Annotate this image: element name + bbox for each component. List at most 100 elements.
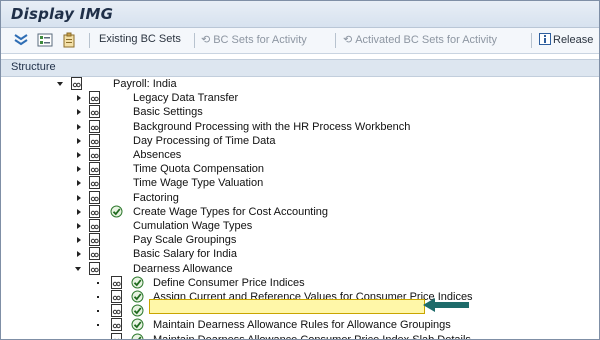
documentation-icon[interactable]	[89, 262, 100, 275]
tree-node[interactable]: Create Wage Types for Cost Accounting	[1, 205, 599, 219]
expand-arrow-icon[interactable]	[77, 109, 81, 115]
tree-node-label: Basic Settings	[133, 106, 203, 118]
documentation-icon[interactable]	[89, 191, 100, 204]
tree-leaf-label: Maintain Dearness Allowance Rules for Al…	[153, 319, 451, 331]
expand-arrow-icon[interactable]	[77, 180, 81, 186]
execute-clock-icon[interactable]	[131, 333, 144, 340]
tree-node[interactable]: Factoring	[1, 191, 599, 205]
execute-clock-icon[interactable]	[131, 304, 144, 317]
structure-header: Structure	[1, 59, 599, 77]
tree-node-label: Basic Salary for India	[133, 248, 237, 260]
expand-arrow-icon[interactable]	[77, 195, 81, 201]
title-bar: Display IMG	[1, 1, 599, 28]
existing-bc-sets-label: Existing BC Sets	[99, 33, 181, 45]
toolbar-separator	[89, 33, 90, 48]
expand-arrow-icon[interactable]	[77, 124, 81, 130]
bc-sets-for-activity-button[interactable]: ⟲ BC Sets for Activity	[201, 33, 307, 46]
tree-leaf-label: Define Consumer Price Indices	[153, 277, 305, 289]
documentation-icon[interactable]	[89, 134, 100, 147]
documentation-icon[interactable]	[89, 91, 100, 104]
tree-node[interactable]: Basic Settings	[1, 105, 599, 119]
execute-clock-icon[interactable]	[131, 318, 144, 331]
expand-arrow-icon[interactable]	[77, 95, 81, 101]
tree-node-label: Factoring	[133, 192, 179, 204]
expand-arrow-icon[interactable]	[77, 152, 81, 158]
application-toolbar: Existing BC Sets ⟲ BC Sets for Activity ⟲…	[1, 28, 599, 54]
clipboard-icon[interactable]	[61, 32, 77, 48]
tree-node[interactable]: Day Processing of Time Data	[1, 134, 599, 148]
tree-node-label: Dearness Allowance	[133, 263, 233, 275]
expand-arrow-icon[interactable]	[77, 209, 81, 215]
bc-sets-activity-icon: ⟲	[201, 34, 211, 46]
tree-node-label: Payroll: India	[113, 78, 177, 90]
tree-node-root[interactable]: Payroll: India	[1, 77, 599, 91]
structure-header-label: Structure	[11, 61, 56, 73]
tree-node[interactable]: Basic Salary for India	[1, 247, 599, 261]
arrow-pointer-icon	[423, 298, 469, 312]
collapse-arrow-icon[interactable]	[75, 267, 81, 271]
expand-arrow-icon[interactable]	[77, 251, 81, 257]
tree-node[interactable]: Legacy Data Transfer	[1, 91, 599, 105]
documentation-icon[interactable]	[89, 120, 100, 133]
documentation-icon[interactable]	[111, 333, 122, 340]
selected-row-highlight	[149, 299, 425, 314]
tree-node-label: Background Processing with the HR Proces…	[133, 121, 411, 133]
tree-node[interactable]: Dearness Allowance	[1, 262, 599, 276]
toolbar-separator	[194, 33, 195, 48]
tree-node[interactable]: Pay Scale Groupings	[1, 233, 599, 247]
tree-leaf[interactable]: Maintain Dearness Allowance Consumer Pri…	[1, 333, 599, 340]
expand-arrow-icon[interactable]	[77, 223, 81, 229]
documentation-icon[interactable]	[89, 176, 100, 189]
collapse-arrow-icon[interactable]	[57, 82, 63, 86]
documentation-icon[interactable]	[89, 162, 100, 175]
activated-bc-sets-label: Activated BC Sets for Activity	[355, 34, 498, 46]
expand-all-icon[interactable]	[13, 32, 29, 48]
documentation-icon[interactable]	[89, 233, 100, 246]
window-title: Display IMG	[11, 5, 114, 23]
tree-leaf[interactable]: Define Consumer Price Indices	[1, 276, 599, 290]
existing-bc-sets-button[interactable]: Existing BC Sets	[99, 33, 181, 45]
documentation-icon[interactable]	[111, 304, 122, 317]
activated-bc-sets-icon: ⟲	[343, 34, 353, 46]
tree-node-label: Create Wage Types for Cost Accounting	[133, 206, 329, 218]
tree-node[interactable]: Time Wage Type Valuation	[1, 176, 599, 190]
release-notes-button[interactable]: Release	[539, 33, 593, 46]
leaf-bullet	[97, 296, 99, 298]
release-label: Release	[553, 34, 594, 46]
tree-node-label: Pay Scale Groupings	[133, 234, 237, 246]
documentation-icon[interactable]	[89, 148, 100, 161]
tree-node-label: Absences	[133, 149, 182, 161]
sap-window: Display IMG Existing BC Sets ⟲ BC Sets fo…	[0, 0, 600, 340]
leaf-bullet	[97, 310, 99, 312]
tree-node-label: Time Wage Type Valuation	[133, 177, 264, 189]
documentation-icon[interactable]	[111, 318, 122, 331]
tree-node[interactable]: Time Quota Compensation	[1, 162, 599, 176]
expand-arrow-icon[interactable]	[77, 166, 81, 172]
tree-leaf[interactable]: Maintain Dearness Allowance Rules for Al…	[1, 318, 599, 332]
execute-clock-icon[interactable]	[131, 276, 144, 289]
tree-node[interactable]: Background Processing with the HR Proces…	[1, 120, 599, 134]
documentation-icon[interactable]	[89, 247, 100, 260]
tree-node-label: Day Processing of Time Data	[133, 135, 276, 147]
structure-tree-icon[interactable]	[37, 32, 53, 48]
documentation-icon[interactable]	[89, 205, 100, 218]
tree-node[interactable]: Absences	[1, 148, 599, 162]
tree-node[interactable]: Cumulation Wage Types	[1, 219, 599, 233]
expand-arrow-icon[interactable]	[77, 237, 81, 243]
leaf-bullet	[97, 324, 99, 326]
documentation-icon[interactable]	[89, 219, 100, 232]
documentation-icon[interactable]	[89, 105, 100, 118]
documentation-icon[interactable]	[111, 276, 122, 289]
execute-clock-icon[interactable]	[110, 205, 123, 218]
tree-node-label: Time Quota Compensation	[133, 163, 265, 175]
toolbar-separator	[531, 33, 532, 48]
tree-node-label: Legacy Data Transfer	[133, 92, 239, 104]
documentation-icon[interactable]	[71, 77, 82, 90]
expand-arrow-icon[interactable]	[77, 138, 81, 144]
activated-bc-sets-button[interactable]: ⟲ Activated BC Sets for Activity	[343, 33, 497, 46]
documentation-icon[interactable]	[111, 290, 122, 303]
execute-clock-icon[interactable]	[131, 290, 144, 303]
info-icon	[539, 33, 551, 45]
bc-sets-for-activity-label: BC Sets for Activity	[213, 34, 307, 46]
tree-leaf-label: Maintain Dearness Allowance Consumer Pri…	[153, 334, 471, 340]
